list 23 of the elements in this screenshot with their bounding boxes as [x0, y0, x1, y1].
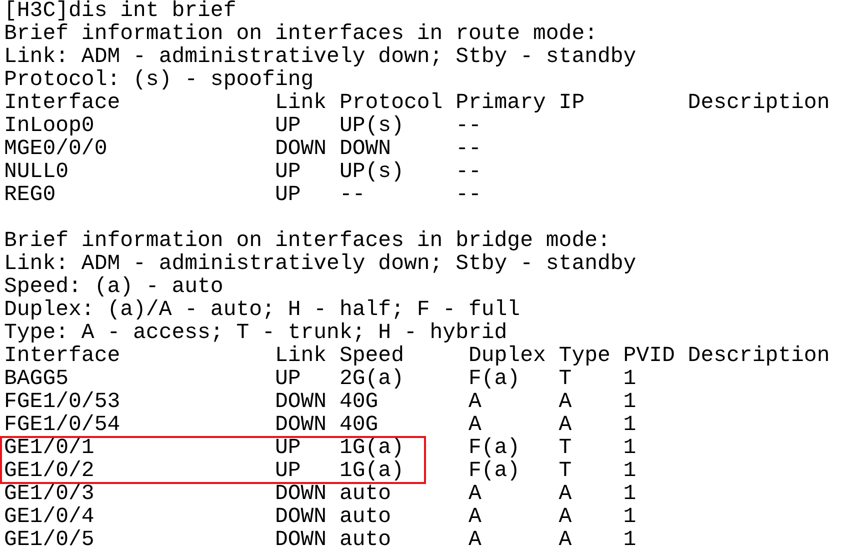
terminal-line: FGE1/0/53 DOWN 40G A A 1	[3, 391, 638, 414]
terminal-line: InLoop0 UP UP(s) --	[3, 115, 482, 138]
terminal-line: GE1/0/3 DOWN auto A A 1	[3, 483, 638, 506]
terminal-line: GE1/0/1 UP 1G(a) F(a) T 1	[3, 437, 638, 460]
terminal-line: NULL0 UP UP(s) --	[3, 161, 482, 184]
terminal-line: GE1/0/4 DOWN auto A A 1	[3, 506, 638, 529]
terminal-line: Brief information on interfaces in route mode:	[3, 23, 598, 46]
terminal-line: GE1/0/5 DOWN auto A A 1	[3, 529, 638, 552]
terminal-line: Speed: (a) - auto	[3, 276, 224, 299]
terminal-line: Duplex: (a)/A - auto; H - half; F - full	[3, 299, 522, 322]
terminal-line: Brief information on interfaces in bridge mode:	[3, 230, 612, 253]
terminal-line: MGE0/0/0 DOWN DOWN --	[3, 138, 482, 161]
command-line: [H3C]dis int brief	[3, 0, 238, 23]
terminal-line: Type: A - access; T - trunk; H - hybrid	[3, 322, 508, 345]
terminal-line: Protocol: (s) - spoofing	[3, 69, 315, 92]
terminal-line: GE1/0/2 UP 1G(a) F(a) T 1	[3, 460, 638, 483]
terminal-line: Interface Link Speed Duplex Type PVID Description	[3, 345, 831, 368]
terminal-line: Link: ADM - administratively down; Stby - standby	[3, 46, 638, 69]
terminal-line: REG0 UP -- --	[3, 184, 482, 207]
terminal-line: BAGG5 UP 2G(a) F(a) T 1	[3, 368, 638, 391]
terminal-line: FGE1/0/54 DOWN 40G A A 1	[3, 414, 638, 437]
terminal-line: Interface Link Protocol Primary IP Description	[3, 92, 831, 115]
terminal-line: Link: ADM - administratively down; Stby - standby	[3, 253, 638, 276]
